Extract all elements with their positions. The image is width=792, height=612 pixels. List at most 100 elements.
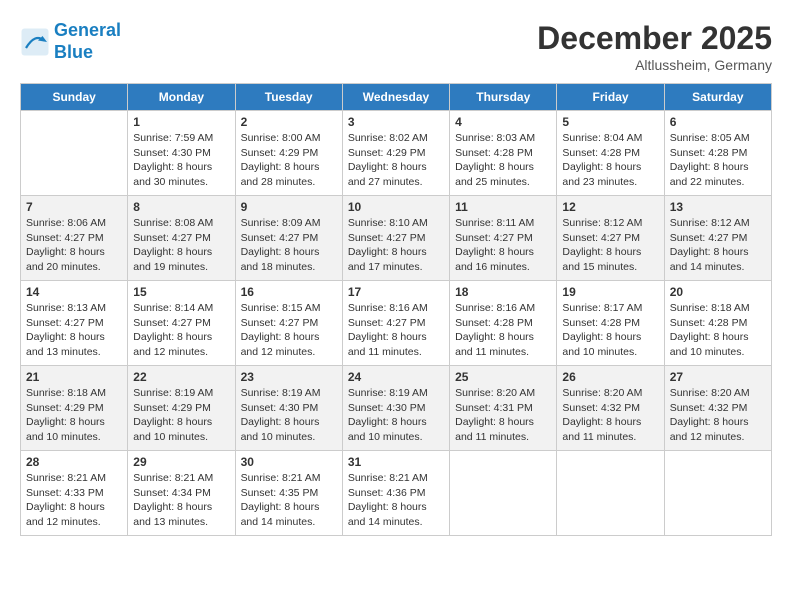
day-cell xyxy=(557,451,664,536)
day-cell xyxy=(21,111,128,196)
day-cell: 23 Sunrise: 8:19 AMSunset: 4:30 PMDayligh… xyxy=(235,366,342,451)
day-cell: 5 Sunrise: 8:04 AMSunset: 4:28 PMDaylight… xyxy=(557,111,664,196)
header-cell-tuesday: Tuesday xyxy=(235,84,342,111)
day-cell: 8 Sunrise: 8:08 AMSunset: 4:27 PMDaylight… xyxy=(128,196,235,281)
day-cell: 16Sunrise: 8:15 AMSunset: 4:27 PMDayligh… xyxy=(235,281,342,366)
day-info: Sunrise: 8:20 AMSunset: 4:32 PMDaylight:… xyxy=(562,386,658,445)
day-number: 26 xyxy=(562,370,658,384)
day-cell xyxy=(664,451,771,536)
day-cell: 13Sunrise: 8:12 AMSunset: 4:27 PMDayligh… xyxy=(664,196,771,281)
day-number: 18 xyxy=(455,285,551,299)
day-cell: 12 Sunrise: 8:12 AMSunset: 4:27 PMDayligh… xyxy=(557,196,664,281)
day-cell: 24 Sunrise: 8:19 AMSunset: 4:30 PMDayligh… xyxy=(342,366,449,451)
day-number: 30 xyxy=(241,455,337,469)
day-cell: 17 Sunrise: 8:16 AMSunset: 4:27 PMDayligh… xyxy=(342,281,449,366)
location: Altlussheim, Germany xyxy=(537,57,772,73)
day-info: Sunrise: 8:09 AMSunset: 4:27 PMDaylight:… xyxy=(241,216,337,275)
day-info: Sunrise: 8:21 AMSunset: 4:33 PMDaylight:… xyxy=(26,471,122,530)
day-number: 3 xyxy=(348,115,444,129)
day-number: 25 xyxy=(455,370,551,384)
day-number: 10 xyxy=(348,200,444,214)
day-info: Sunrise: 8:05 AMSunset: 4:28 PMDaylight:… xyxy=(670,131,766,190)
header-cell-monday: Monday xyxy=(128,84,235,111)
week-row-3: 14Sunrise: 8:13 AMSunset: 4:27 PMDayligh… xyxy=(21,281,772,366)
day-info: Sunrise: 8:14 AMSunset: 4:27 PMDaylight:… xyxy=(133,301,229,360)
day-info: Sunrise: 8:16 AMSunset: 4:27 PMDaylight:… xyxy=(348,301,444,360)
day-number: 12 xyxy=(562,200,658,214)
day-info: Sunrise: 8:17 AMSunset: 4:28 PMDaylight:… xyxy=(562,301,658,360)
day-number: 8 xyxy=(133,200,229,214)
calendar-body: 1 Sunrise: 7:59 AMSunset: 4:30 PMDaylight… xyxy=(21,111,772,536)
header-cell-friday: Friday xyxy=(557,84,664,111)
day-info: Sunrise: 8:16 AMSunset: 4:28 PMDaylight:… xyxy=(455,301,551,360)
day-info: Sunrise: 8:15 AMSunset: 4:27 PMDaylight:… xyxy=(241,301,337,360)
logo-line2: Blue xyxy=(54,42,93,62)
day-number: 17 xyxy=(348,285,444,299)
day-cell: 19Sunrise: 8:17 AMSunset: 4:28 PMDayligh… xyxy=(557,281,664,366)
day-cell xyxy=(450,451,557,536)
day-info: Sunrise: 8:12 AMSunset: 4:27 PMDaylight:… xyxy=(670,216,766,275)
day-cell: 3 Sunrise: 8:02 AMSunset: 4:29 PMDaylight… xyxy=(342,111,449,196)
day-info: Sunrise: 8:18 AMSunset: 4:29 PMDaylight:… xyxy=(26,386,122,445)
day-info: Sunrise: 8:18 AMSunset: 4:28 PMDaylight:… xyxy=(670,301,766,360)
day-cell: 15 Sunrise: 8:14 AMSunset: 4:27 PMDayligh… xyxy=(128,281,235,366)
header-cell-sunday: Sunday xyxy=(21,84,128,111)
day-cell: 4Sunrise: 8:03 AMSunset: 4:28 PMDaylight… xyxy=(450,111,557,196)
day-cell: 20 Sunrise: 8:18 AMSunset: 4:28 PMDayligh… xyxy=(664,281,771,366)
logo-text: General Blue xyxy=(54,20,121,63)
day-number: 5 xyxy=(562,115,658,129)
header-cell-saturday: Saturday xyxy=(664,84,771,111)
day-cell: 27 Sunrise: 8:20 AMSunset: 4:32 PMDayligh… xyxy=(664,366,771,451)
day-cell: 14Sunrise: 8:13 AMSunset: 4:27 PMDayligh… xyxy=(21,281,128,366)
day-info: Sunrise: 8:21 AMSunset: 4:35 PMDaylight:… xyxy=(241,471,337,530)
day-number: 29 xyxy=(133,455,229,469)
day-info: Sunrise: 8:19 AMSunset: 4:30 PMDaylight:… xyxy=(348,386,444,445)
day-info: Sunrise: 8:00 AMSunset: 4:29 PMDaylight:… xyxy=(241,131,337,190)
day-number: 27 xyxy=(670,370,766,384)
day-info: Sunrise: 8:20 AMSunset: 4:31 PMDaylight:… xyxy=(455,386,551,445)
day-cell: 21 Sunrise: 8:18 AMSunset: 4:29 PMDayligh… xyxy=(21,366,128,451)
calendar-table: SundayMondayTuesdayWednesdayThursdayFrid… xyxy=(20,83,772,536)
day-cell: 18 Sunrise: 8:16 AMSunset: 4:28 PMDayligh… xyxy=(450,281,557,366)
week-row-2: 7Sunrise: 8:06 AMSunset: 4:27 PMDaylight… xyxy=(21,196,772,281)
day-cell: 29Sunrise: 8:21 AMSunset: 4:34 PMDayligh… xyxy=(128,451,235,536)
day-number: 14 xyxy=(26,285,122,299)
week-row-1: 1 Sunrise: 7:59 AMSunset: 4:30 PMDaylight… xyxy=(21,111,772,196)
day-info: Sunrise: 8:11 AMSunset: 4:27 PMDaylight:… xyxy=(455,216,551,275)
day-cell: 10 Sunrise: 8:10 AMSunset: 4:27 PMDayligh… xyxy=(342,196,449,281)
calendar-header: SundayMondayTuesdayWednesdayThursdayFrid… xyxy=(21,84,772,111)
header-row: SundayMondayTuesdayWednesdayThursdayFrid… xyxy=(21,84,772,111)
month-title: December 2025 xyxy=(537,20,772,57)
logo-icon xyxy=(20,27,50,57)
day-info: Sunrise: 8:20 AMSunset: 4:32 PMDaylight:… xyxy=(670,386,766,445)
week-row-4: 21 Sunrise: 8:18 AMSunset: 4:29 PMDayligh… xyxy=(21,366,772,451)
day-info: Sunrise: 8:04 AMSunset: 4:28 PMDaylight:… xyxy=(562,131,658,190)
day-info: Sunrise: 8:03 AMSunset: 4:28 PMDaylight:… xyxy=(455,131,551,190)
day-info: Sunrise: 8:19 AMSunset: 4:30 PMDaylight:… xyxy=(241,386,337,445)
week-row-5: 28Sunrise: 8:21 AMSunset: 4:33 PMDayligh… xyxy=(21,451,772,536)
day-cell: 26 Sunrise: 8:20 AMSunset: 4:32 PMDayligh… xyxy=(557,366,664,451)
day-info: Sunrise: 8:10 AMSunset: 4:27 PMDaylight:… xyxy=(348,216,444,275)
day-info: Sunrise: 8:12 AMSunset: 4:27 PMDaylight:… xyxy=(562,216,658,275)
day-number: 23 xyxy=(241,370,337,384)
day-number: 15 xyxy=(133,285,229,299)
day-cell: 28Sunrise: 8:21 AMSunset: 4:33 PMDayligh… xyxy=(21,451,128,536)
day-cell: 9Sunrise: 8:09 AMSunset: 4:27 PMDaylight… xyxy=(235,196,342,281)
day-number: 6 xyxy=(670,115,766,129)
day-info: Sunrise: 8:02 AMSunset: 4:29 PMDaylight:… xyxy=(348,131,444,190)
page-header: General Blue December 2025 Altlussheim, … xyxy=(20,20,772,73)
day-number: 31 xyxy=(348,455,444,469)
day-cell: 1 Sunrise: 7:59 AMSunset: 4:30 PMDaylight… xyxy=(128,111,235,196)
day-number: 24 xyxy=(348,370,444,384)
day-cell: 25 Sunrise: 8:20 AMSunset: 4:31 PMDayligh… xyxy=(450,366,557,451)
day-info: Sunrise: 8:19 AMSunset: 4:29 PMDaylight:… xyxy=(133,386,229,445)
day-info: Sunrise: 8:08 AMSunset: 4:27 PMDaylight:… xyxy=(133,216,229,275)
day-cell: 6 Sunrise: 8:05 AMSunset: 4:28 PMDaylight… xyxy=(664,111,771,196)
day-number: 7 xyxy=(26,200,122,214)
day-number: 21 xyxy=(26,370,122,384)
day-number: 1 xyxy=(133,115,229,129)
day-number: 20 xyxy=(670,285,766,299)
day-info: Sunrise: 7:59 AMSunset: 4:30 PMDaylight:… xyxy=(133,131,229,190)
logo: General Blue xyxy=(20,20,121,63)
day-number: 11 xyxy=(455,200,551,214)
